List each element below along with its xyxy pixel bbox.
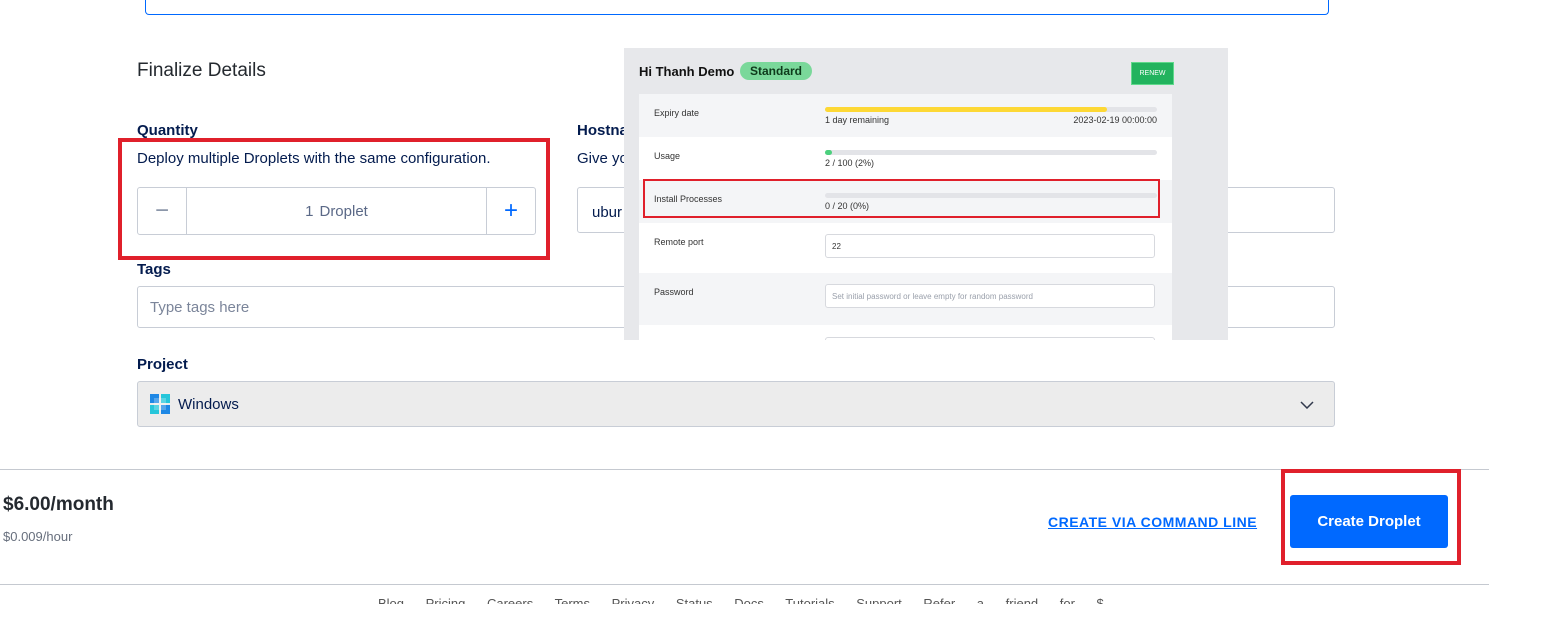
previous-section-box [145,0,1329,15]
password-label: Password [654,287,694,297]
overlay-title: Hi Thanh Demo [639,64,735,79]
usage-value: 2 / 100 (2%) [825,158,875,168]
usage-bar-fill [825,150,832,155]
password-row: Password Set initial password or leave e… [639,273,1172,325]
quantity-label: Quantity [137,122,198,139]
project-logo-icon [150,394,170,414]
usage-label: Usage [654,151,681,161]
plan-badge: Standard [740,62,813,80]
chevron-down-icon [1300,396,1314,413]
usage-row: Usage 2 / 100 (2%) [639,137,1172,180]
hostname-label: Hostna [577,122,628,139]
price-monthly: $6.00/month [3,494,114,515]
divider-top [0,469,1489,470]
tags-label: Tags [137,261,171,278]
password-input[interactable]: Set initial password or leave empty for … [825,284,1155,308]
expiry-bar-fill [825,107,1108,112]
create-via-cli-link[interactable]: CREATE VIA COMMAND LINE [1048,514,1257,530]
price-hourly: $0.009/hour [3,529,73,544]
expiry-date: 2023-02-19 00:00:00 [1073,115,1157,125]
next-row [639,325,1172,340]
overlay-panel: Hi Thanh Demo Standard RENEW Expiry date… [624,48,1228,340]
footer-links[interactable]: Blog Pricing Careers Terms Privacy Statu… [378,596,1104,604]
divider-bottom [0,584,1489,585]
remote-port-label: Remote port [654,237,704,247]
expiry-remaining: 1 day remaining [825,115,890,125]
project-label: Project [137,356,188,373]
section-title: Finalize Details [137,60,266,81]
expiry-label: Expiry date [654,108,700,118]
highlight-quantity [118,138,550,260]
expiry-row: Expiry date 1 day remaining 2023-02-19 0… [639,94,1172,137]
project-selected: Windows [178,395,239,413]
renew-button[interactable]: RENEW [1131,62,1174,85]
next-row-input[interactable] [825,337,1155,340]
usage-bar [825,150,1157,155]
hostname-help: Give yo [577,150,628,167]
project-select[interactable]: Windows [137,381,1335,427]
expiry-bar [825,107,1157,112]
remote-port-row: Remote port 22 [639,223,1172,273]
highlight-create-button [1281,469,1461,565]
remote-port-input[interactable]: 22 [825,234,1155,258]
highlight-install-processes [643,179,1160,218]
